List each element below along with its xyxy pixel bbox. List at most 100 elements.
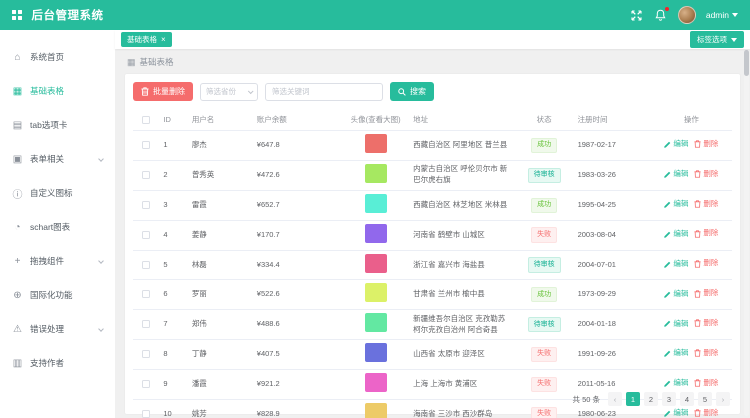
bell-icon[interactable] — [654, 8, 668, 22]
delete-button[interactable]: 删除 — [694, 258, 718, 269]
row-checkbox[interactable] — [142, 231, 150, 239]
cell-address: 内蒙古自治区 呼伦贝尔市 新巴尔虎右旗 — [409, 160, 515, 190]
row-checkbox[interactable] — [142, 171, 150, 179]
scrollbar-thumb — [744, 50, 749, 76]
data-table: ID 用户名 账户余额 头像(查看大图) 地址 状态 注册时间 操作 — [133, 109, 732, 418]
delete-button[interactable]: 删除 — [694, 199, 718, 210]
table-row: 8 丁静 ¥407.5 山西省 太原市 迎泽区 失败 1991-09-26 — [133, 340, 732, 370]
edit-icon — [664, 141, 671, 148]
sidebar-item-drag[interactable]: + 拖拽组件 — [0, 244, 115, 278]
avatar-thumbnail[interactable] — [365, 134, 387, 153]
select-all-checkbox[interactable] — [142, 116, 150, 124]
cell-address: 河南省 鹤壁市 山城区 — [409, 220, 515, 250]
fullscreen-icon[interactable] — [630, 8, 644, 22]
edit-button[interactable]: 编辑 — [664, 139, 688, 150]
edit-icon — [664, 171, 671, 178]
menu-grid-icon[interactable] — [12, 10, 22, 20]
col-avatar: 头像(查看大图) — [342, 109, 409, 131]
row-checkbox[interactable] — [142, 320, 150, 328]
sidebar-item-home[interactable]: ⌂ 系统首页 — [0, 40, 115, 74]
sidebar-item-tabs[interactable]: ▤ tab选项卡 — [0, 108, 115, 142]
delete-button[interactable]: 删除 — [694, 318, 718, 329]
row-checkbox[interactable] — [142, 290, 150, 298]
avatar[interactable] — [678, 6, 696, 24]
content-area: 基础表格 × 标签选项 ▦ 基础表格 — [115, 30, 750, 418]
cell-id: 2 — [159, 160, 187, 190]
cell-balance: ¥522.6 — [253, 280, 342, 310]
keyword-input[interactable] — [265, 83, 383, 101]
sidebar-item-basetable[interactable]: ▦ 基础表格 — [0, 74, 115, 108]
delete-button[interactable]: 删除 — [694, 408, 718, 418]
edit-button[interactable]: 编辑 — [664, 408, 688, 418]
batch-delete-button[interactable]: 批量删除 — [133, 82, 193, 101]
sidebar-item-error[interactable]: ⚠ 错误处理 — [0, 312, 115, 346]
avatar-thumbnail[interactable] — [365, 224, 387, 243]
cell-id: 4 — [159, 220, 187, 250]
avatar-thumbnail[interactable] — [365, 343, 387, 362]
avatar-thumbnail[interactable] — [365, 164, 387, 183]
row-checkbox[interactable] — [142, 141, 150, 149]
cell-register-date: 2004-07-01 — [574, 250, 651, 280]
sidebar-item-icon[interactable]: ⓘ 自定义图标 — [0, 176, 115, 210]
page-button-1[interactable]: 1 — [626, 392, 640, 406]
sidebar-item-form[interactable]: ▣ 表单相关 — [0, 142, 115, 176]
edit-button[interactable]: 编辑 — [664, 259, 688, 270]
trash-icon — [694, 140, 701, 148]
edit-button[interactable]: 编辑 — [664, 348, 688, 359]
tab-basetable[interactable]: 基础表格 × — [121, 32, 172, 47]
avatar-thumbnail[interactable] — [365, 283, 387, 302]
next-page-button[interactable]: › — [716, 392, 730, 406]
tab-options-button[interactable]: 标签选项 — [690, 31, 744, 48]
edit-button[interactable]: 编辑 — [664, 319, 688, 330]
user-name-label: admin — [706, 10, 729, 20]
row-checkbox[interactable] — [142, 261, 150, 269]
delete-button[interactable]: 删除 — [694, 288, 718, 299]
delete-button[interactable]: 删除 — [694, 348, 718, 359]
pagination: 共 50 条 ‹ 12345 › — [133, 386, 732, 408]
cell-id: 8 — [159, 340, 187, 370]
edit-button[interactable]: 编辑 — [664, 229, 688, 240]
edit-icon — [664, 261, 671, 268]
sidebar-item-charts[interactable]: ◔ schart图表 — [0, 210, 115, 244]
avatar-thumbnail[interactable] — [365, 254, 387, 273]
delete-button[interactable]: 删除 — [694, 228, 718, 239]
trash-icon — [694, 170, 701, 178]
row-checkbox[interactable] — [142, 410, 150, 418]
cell-register-date: 1995-04-25 — [574, 190, 651, 220]
page-button-2[interactable]: 2 — [644, 392, 658, 406]
form-icon: ▣ — [12, 154, 23, 165]
province-select[interactable]: 筛选省份 — [200, 83, 258, 101]
delete-button[interactable]: 删除 — [694, 169, 718, 180]
edit-button[interactable]: 编辑 — [664, 289, 688, 300]
tabs-icon: ▤ — [12, 120, 23, 131]
sidebar-item-i18n[interactable]: ⊕ 国际化功能 — [0, 278, 115, 312]
sidebar-item-label: 支持作者 — [30, 357, 64, 369]
search-button[interactable]: 搜索 — [390, 82, 434, 101]
app-window: 后台管理系统 admin — [0, 0, 750, 418]
trash-icon — [694, 260, 701, 268]
row-checkbox[interactable] — [142, 350, 150, 358]
edit-button[interactable]: 编辑 — [664, 169, 688, 180]
scrollbar[interactable] — [744, 50, 749, 416]
tab-bar: 基础表格 × 标签选项 — [115, 30, 750, 49]
table-body: 1 廖杰 ¥647.8 西藏自治区 阿里地区 普兰县 成功 1987-02-17 — [133, 131, 732, 418]
page-button-4[interactable]: 4 — [680, 392, 694, 406]
user-menu[interactable]: admin — [706, 10, 738, 20]
prev-page-button[interactable]: ‹ — [608, 392, 622, 406]
province-select-placeholder: 筛选省份 — [206, 86, 236, 97]
trash-icon — [694, 409, 701, 417]
close-icon[interactable]: × — [161, 36, 166, 44]
page-button-5[interactable]: 5 — [698, 392, 712, 406]
sidebar-item-donate[interactable]: ▥ 支持作者 — [0, 346, 115, 380]
breadcrumb: ▦ 基础表格 — [127, 56, 740, 68]
avatar-thumbnail[interactable] — [365, 313, 387, 332]
cell-username: 廖杰 — [188, 131, 253, 161]
avatar-thumbnail[interactable] — [365, 194, 387, 213]
page-button-3[interactable]: 3 — [662, 392, 676, 406]
status-badge: 失败 — [531, 407, 557, 418]
delete-button[interactable]: 删除 — [694, 139, 718, 150]
row-checkbox[interactable] — [142, 201, 150, 209]
edit-button[interactable]: 编辑 — [664, 199, 688, 210]
sidebar-item-label: 拖拽组件 — [30, 255, 64, 267]
col-date: 注册时间 — [574, 109, 651, 131]
